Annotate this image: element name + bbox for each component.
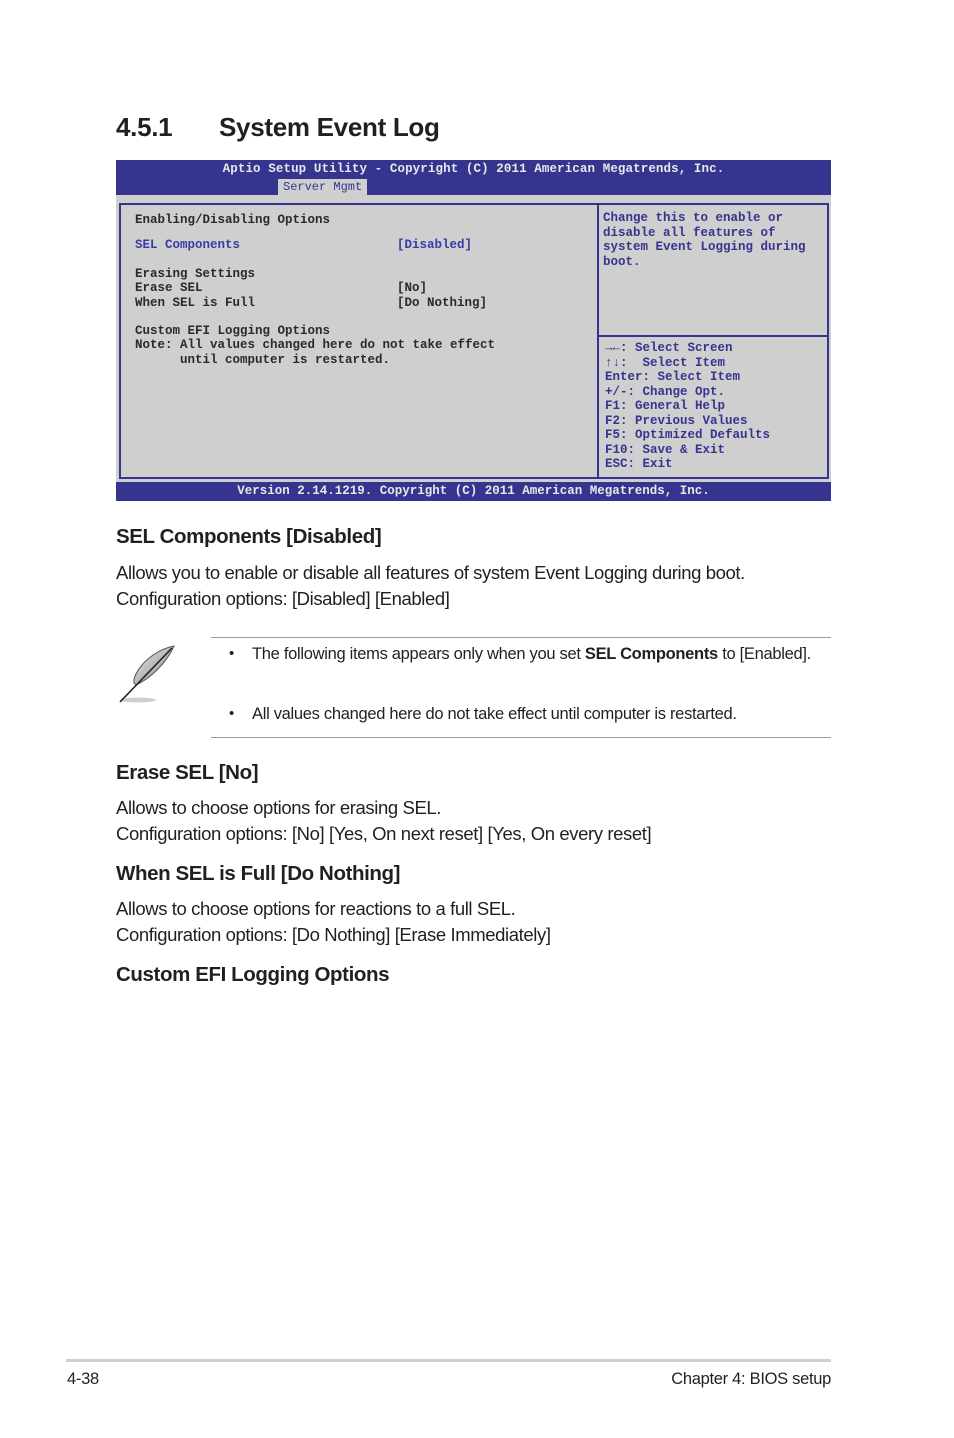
help-text-line: disable all features of bbox=[603, 226, 776, 240]
note-item-1-tail: to [Enabled]. bbox=[717, 645, 811, 663]
tab-server-mgmt[interactable]: Server Mgmt bbox=[278, 179, 368, 195]
key-hint: F1: General Help bbox=[605, 399, 726, 413]
bios-header-title: Aptio Setup Utility - Copyright (C) 2011… bbox=[222, 162, 725, 176]
section-number: 4.5.1 bbox=[116, 112, 173, 142]
bios-note-line2: until computer is restarted. bbox=[135, 353, 391, 367]
bios-note-line1: Note: All values changed here do not tak… bbox=[135, 338, 496, 352]
help-text-line: system Event Logging during bbox=[603, 240, 806, 254]
when-full-options: Configuration options: [Do Nothing] [Era… bbox=[116, 924, 551, 945]
group-label-custom-efi[interactable]: Custom EFI Logging Options bbox=[135, 324, 330, 338]
when-full-heading: When SEL is Full [Do Nothing] bbox=[116, 862, 401, 885]
key-hint: →←: Select Screen bbox=[605, 341, 733, 355]
section-title: 4.5.1 System Event Log bbox=[116, 112, 440, 143]
key-hint: +/-: Change Opt. bbox=[605, 385, 726, 399]
erase-sel-value[interactable]: [No] bbox=[397, 281, 427, 295]
note-top-rule bbox=[211, 637, 831, 638]
key-hint: F2: Previous Values bbox=[605, 414, 748, 428]
note-item-1: The following items appears only when yo… bbox=[252, 643, 812, 666]
note-item-1-bold: SEL Components bbox=[584, 645, 718, 663]
group-label-enabling: Enabling/Disabling Options bbox=[135, 213, 331, 227]
when-full-desc: Allows to choose options for reactions t… bbox=[116, 898, 516, 919]
sel-components-value[interactable]: [Disabled] bbox=[397, 238, 472, 252]
sel-components-heading: SEL Components [Disabled] bbox=[116, 525, 382, 548]
help-text-line: Change this to enable or bbox=[603, 211, 784, 225]
erase-sel-heading: Erase SEL [No] bbox=[116, 761, 259, 784]
custom-efi-heading: Custom EFI Logging Options bbox=[116, 963, 390, 986]
help-text-line: boot. bbox=[603, 255, 641, 269]
bios-screenshot: Aptio Setup Utility - Copyright (C) 2011… bbox=[116, 160, 831, 501]
erase-sel-item[interactable]: Erase SEL bbox=[135, 281, 203, 295]
note-bullet: • bbox=[229, 705, 235, 722]
note-bottom-rule bbox=[211, 737, 831, 738]
erase-sel-desc: Allows to choose options for erasing SEL… bbox=[116, 797, 442, 818]
when-sel-full-item[interactable]: When SEL is Full bbox=[135, 296, 255, 310]
when-sel-full-value[interactable]: [Do Nothing] bbox=[397, 296, 487, 310]
key-hint: F5: Optimized Defaults bbox=[605, 428, 771, 442]
note-item-2: All values changed here do not take effe… bbox=[252, 705, 737, 723]
footer-rule bbox=[66, 1359, 831, 1362]
key-hint: ESC: Exit bbox=[605, 457, 673, 471]
note-feather-icon bbox=[119, 645, 175, 703]
bios-footer: Version 2.14.1219. Copyright (C) 2011 Am… bbox=[116, 482, 831, 501]
key-hint: F10: Save & Exit bbox=[605, 443, 726, 457]
help-divider bbox=[599, 335, 827, 337]
page-number: 4-38 bbox=[67, 1370, 99, 1388]
sel-components-desc: Allows you to enable or disable all feat… bbox=[116, 562, 745, 583]
chapter-label: Chapter 4: BIOS setup bbox=[671, 1370, 831, 1388]
group-label-erasing: Erasing Settings bbox=[135, 267, 256, 281]
bios-main-frame: Enabling/Disabling Options SEL Component… bbox=[119, 203, 829, 479]
note-item-1-text: The following items appears only when yo… bbox=[252, 645, 585, 663]
key-hint: Enter: Select Item bbox=[605, 370, 741, 384]
bios-header: Aptio Setup Utility - Copyright (C) 2011… bbox=[116, 160, 831, 195]
erase-sel-options: Configuration options: [No] [Yes, On nex… bbox=[116, 823, 652, 844]
section-title-text: System Event Log bbox=[219, 112, 440, 142]
sel-components-item[interactable]: SEL Components bbox=[135, 238, 240, 252]
note-bullet: • bbox=[229, 645, 235, 662]
sel-components-options: Configuration options: [Disabled] [Enabl… bbox=[116, 588, 450, 609]
panel-divider bbox=[597, 205, 599, 477]
key-hint: ↑↓: Select Item bbox=[605, 356, 726, 370]
